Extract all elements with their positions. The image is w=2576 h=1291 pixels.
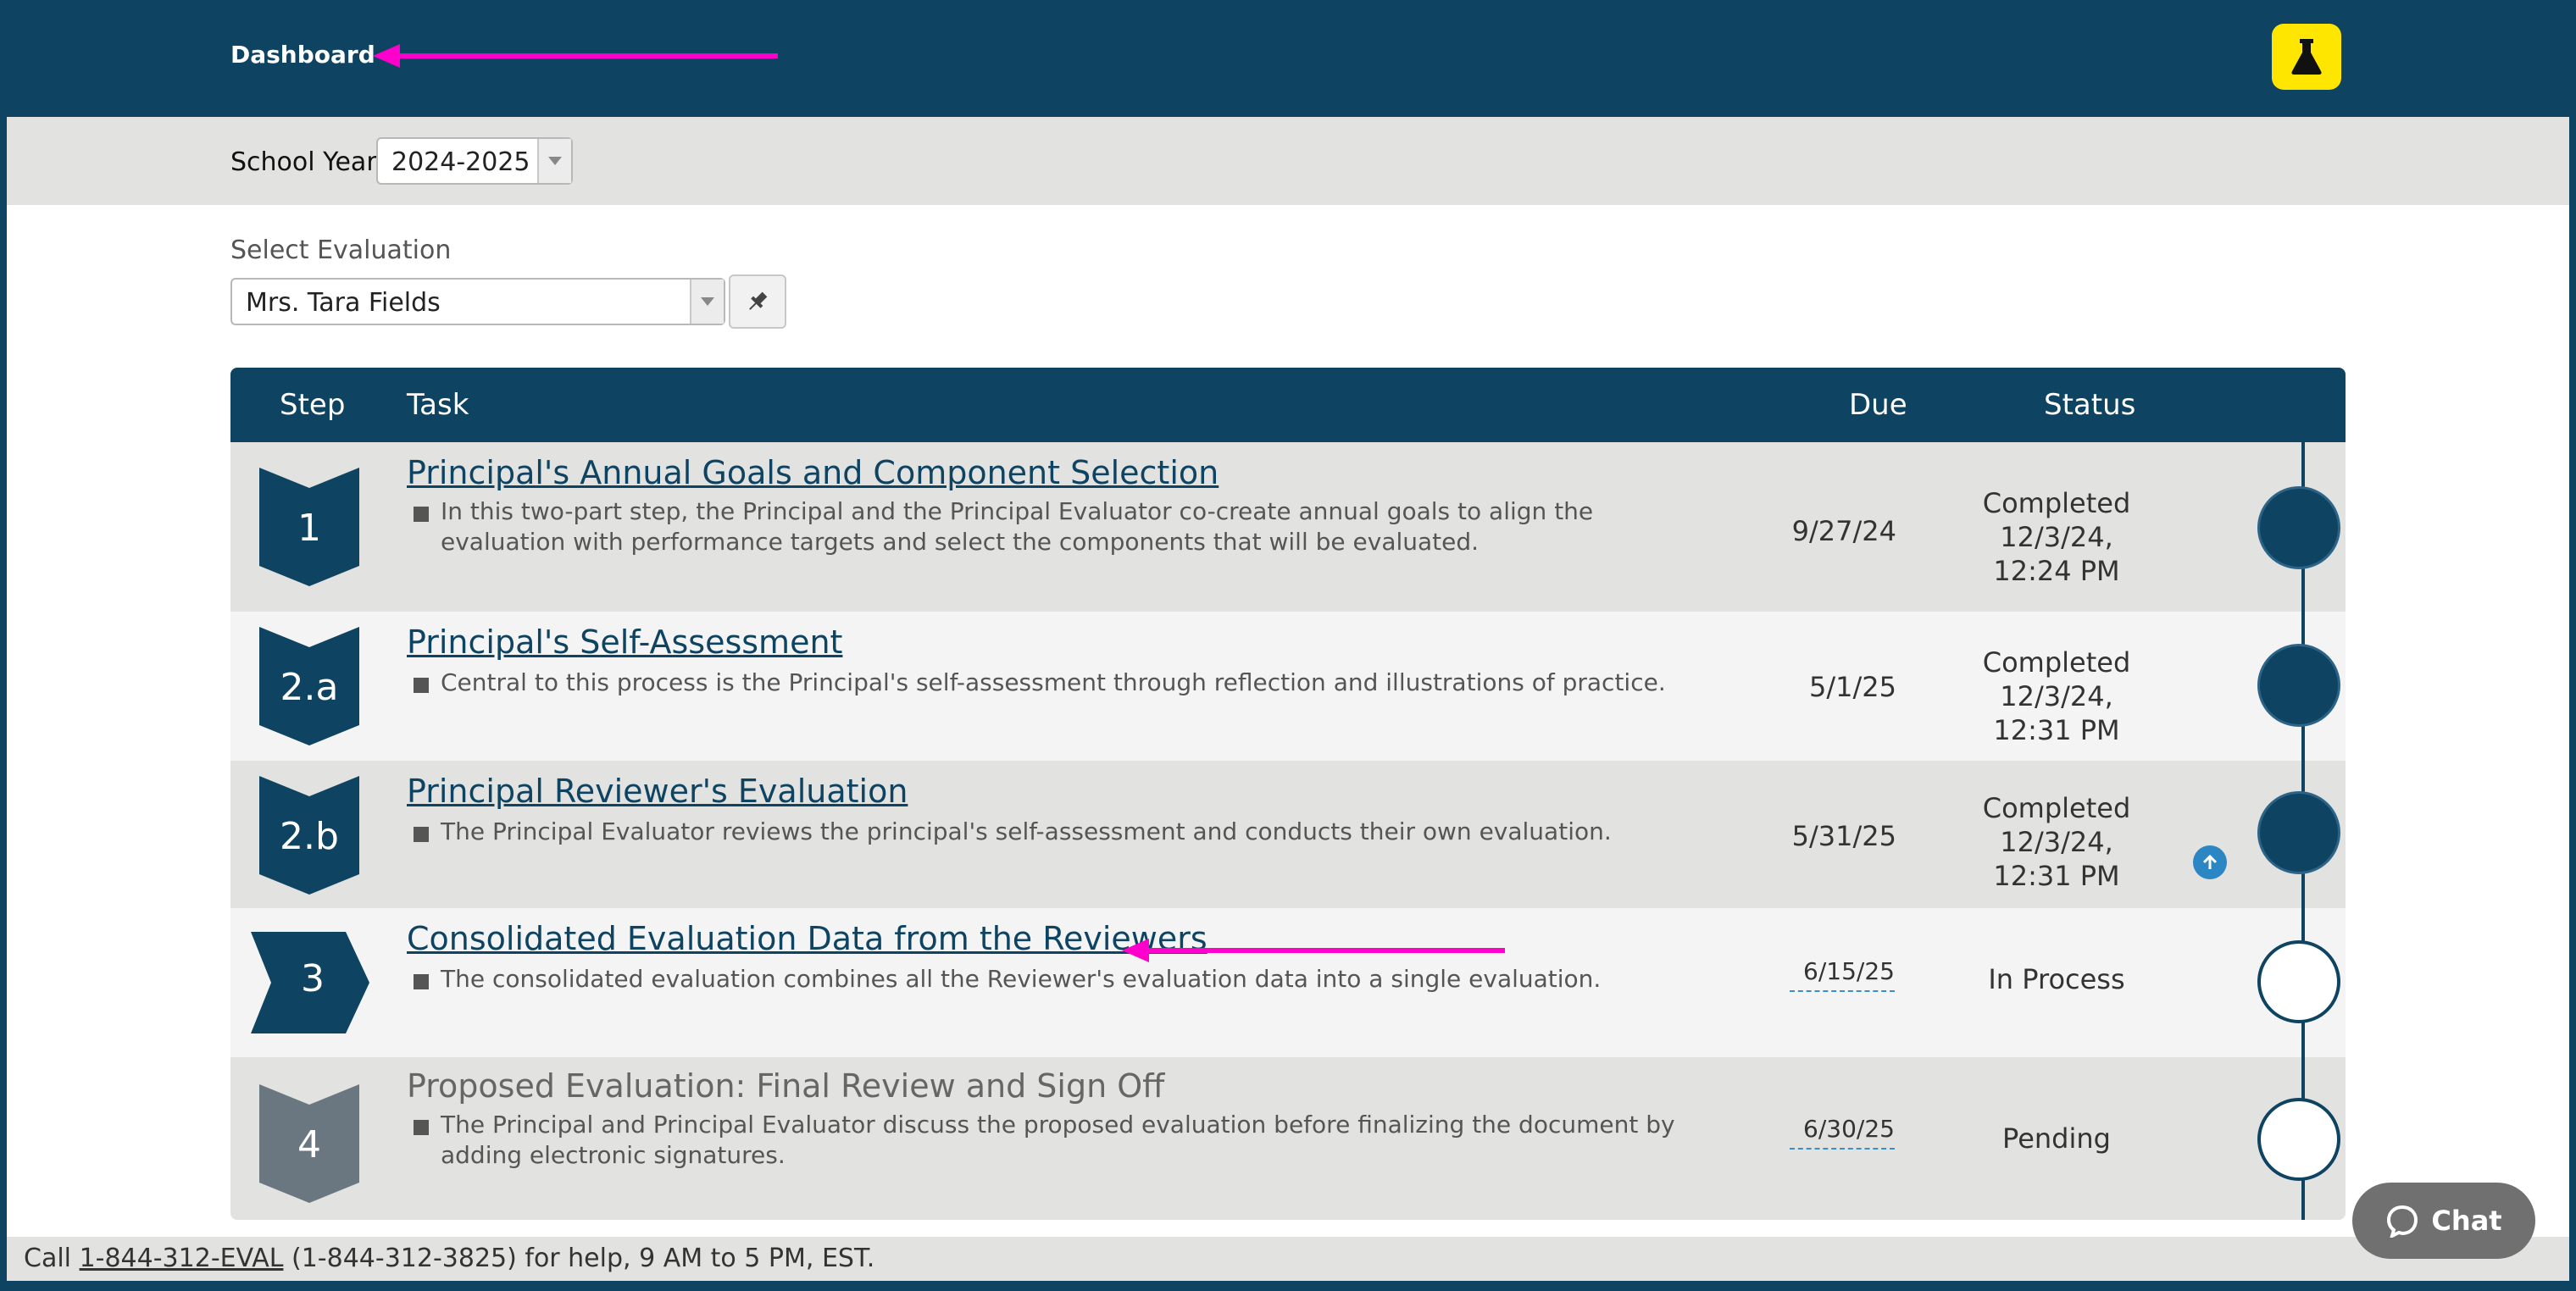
- bullet-icon: [414, 507, 429, 522]
- table-header: Step Task Due Status: [230, 368, 2346, 442]
- pin-button[interactable]: [729, 274, 786, 329]
- annotation-arrow: [373, 44, 778, 68]
- chat-bubble-icon: [2387, 1205, 2418, 1238]
- phone-link[interactable]: 1-844-312-EVAL: [80, 1244, 284, 1273]
- arrow-up-icon: [2202, 854, 2218, 869]
- steps-table: Step Task Due Status 1 Principal's Annua…: [230, 368, 2346, 1220]
- evaluation-select[interactable]: Mrs. Tara Fields: [230, 278, 725, 325]
- task-description: The Principal Evaluator reviews the prin…: [441, 817, 1612, 845]
- chevron-down-icon[interactable]: [537, 139, 571, 183]
- status-text: Completed 12/3/24, 12:31 PM: [1942, 791, 2171, 893]
- step-incomplete-node: [2257, 940, 2340, 1023]
- bullet-icon: [414, 827, 429, 842]
- status-time: 12:24 PM: [1993, 555, 2120, 587]
- table-row: 4 Proposed Evaluation: Final Review and …: [230, 1057, 2346, 1220]
- step-number: 2.a: [280, 666, 339, 709]
- task-title-link[interactable]: Principal's Annual Goals and Component S…: [407, 454, 1219, 491]
- status-line: Completed 12/3/24,: [1982, 487, 2131, 553]
- due-date-field[interactable]: 6/30/25: [1790, 1115, 1895, 1150]
- status-text: Completed 12/3/24, 12:24 PM: [1942, 486, 2171, 588]
- table-row: 2.b Principal Reviewer's Evaluation The …: [230, 761, 2346, 908]
- task-title: Proposed Evaluation: Final Review and Si…: [407, 1067, 1165, 1105]
- status-line: In Process: [1988, 963, 2125, 995]
- status-time: 12:31 PM: [1993, 714, 2120, 746]
- task-description: Central to this process is the Principal…: [441, 668, 1666, 696]
- step-number: 1: [297, 507, 321, 550]
- arrow-up-circle-icon[interactable]: [2193, 845, 2227, 879]
- column-header-status: Status: [2044, 388, 2136, 422]
- column-header-step: Step: [280, 388, 346, 422]
- status-line: Completed 12/3/24,: [1982, 792, 2131, 858]
- step-number: 3: [301, 957, 325, 1000]
- status-text: Pending: [1942, 1122, 2171, 1155]
- task-title-link[interactable]: Principal Reviewer's Evaluation: [407, 773, 908, 810]
- school-year-bar: School Year: 2024-2025: [7, 117, 2569, 205]
- task-title-link[interactable]: Consolidated Evaluation Data from the Re…: [407, 920, 1208, 957]
- beaker-icon: [2291, 39, 2322, 75]
- main-content: School Year: 2024-2025 Select Evaluation…: [7, 117, 2569, 1237]
- task-description: In this two-part step, the Principal and…: [441, 497, 1594, 556]
- due-date-field[interactable]: 6/15/25: [1790, 957, 1895, 992]
- bullet-icon: [414, 1120, 429, 1135]
- task-description: The Principal and Principal Evaluator di…: [441, 1111, 1675, 1169]
- help-prefix: Call: [24, 1244, 72, 1273]
- status-line: Completed 12/3/24,: [1982, 646, 2131, 712]
- due-date: 5/1/25: [1809, 671, 1896, 703]
- column-header-due: Due: [1849, 388, 1907, 422]
- due-date: 9/27/24: [1791, 515, 1896, 547]
- step-complete-node: [2257, 791, 2340, 874]
- select-evaluation-label: Select Evaluation: [230, 235, 452, 265]
- column-header-task: Task: [407, 388, 469, 422]
- evaluation-value: Mrs. Tara Fields: [246, 288, 441, 318]
- due-date: 5/31/25: [1791, 820, 1896, 852]
- school-year-value: 2024-2025: [391, 147, 530, 177]
- step-incomplete-node: [2257, 1098, 2340, 1181]
- pin-icon: [749, 291, 768, 310]
- step-number: 2.b: [280, 815, 339, 858]
- dashboard-link[interactable]: Dashboard: [230, 41, 375, 69]
- step-complete-node: [2257, 486, 2340, 569]
- bullet-icon: [414, 678, 429, 693]
- task-title-link[interactable]: Principal's Self-Assessment: [407, 623, 842, 661]
- annotation-arrow: [1122, 939, 1505, 962]
- chevron-down-icon[interactable]: [690, 280, 724, 324]
- table-row: 1 Principal's Annual Goals and Component…: [230, 442, 2346, 612]
- bullet-icon: [414, 974, 429, 989]
- status-time: 12:31 PM: [1993, 860, 2120, 892]
- help-text: Call 1-844-312-EVAL (1-844-312-3825) for…: [24, 1244, 874, 1273]
- chat-label: Chat: [2431, 1205, 2502, 1237]
- top-bar: Dashboard: [0, 0, 2576, 117]
- beaker-button[interactable]: [2272, 24, 2341, 90]
- step-complete-node: [2257, 644, 2340, 727]
- task-description: The consolidated evaluation combines all…: [441, 965, 1602, 993]
- help-footer: Call 1-844-312-EVAL (1-844-312-3825) for…: [7, 1237, 2569, 1281]
- status-line: Pending: [2002, 1122, 2111, 1155]
- step-number: 4: [297, 1123, 321, 1166]
- school-year-label: School Year:: [230, 147, 386, 177]
- table-row: 3 Consolidated Evaluation Data from the …: [230, 908, 2346, 1057]
- chat-button[interactable]: Chat: [2352, 1183, 2535, 1259]
- help-suffix: (1-844-312-3825) for help, 9 AM to 5 PM,…: [291, 1244, 875, 1273]
- school-year-select[interactable]: 2024-2025: [376, 137, 573, 185]
- table-row: 2.a Principal's Self-Assessment Central …: [230, 612, 2346, 761]
- status-text: Completed 12/3/24, 12:31 PM: [1942, 646, 2171, 747]
- status-text: In Process: [1942, 962, 2171, 996]
